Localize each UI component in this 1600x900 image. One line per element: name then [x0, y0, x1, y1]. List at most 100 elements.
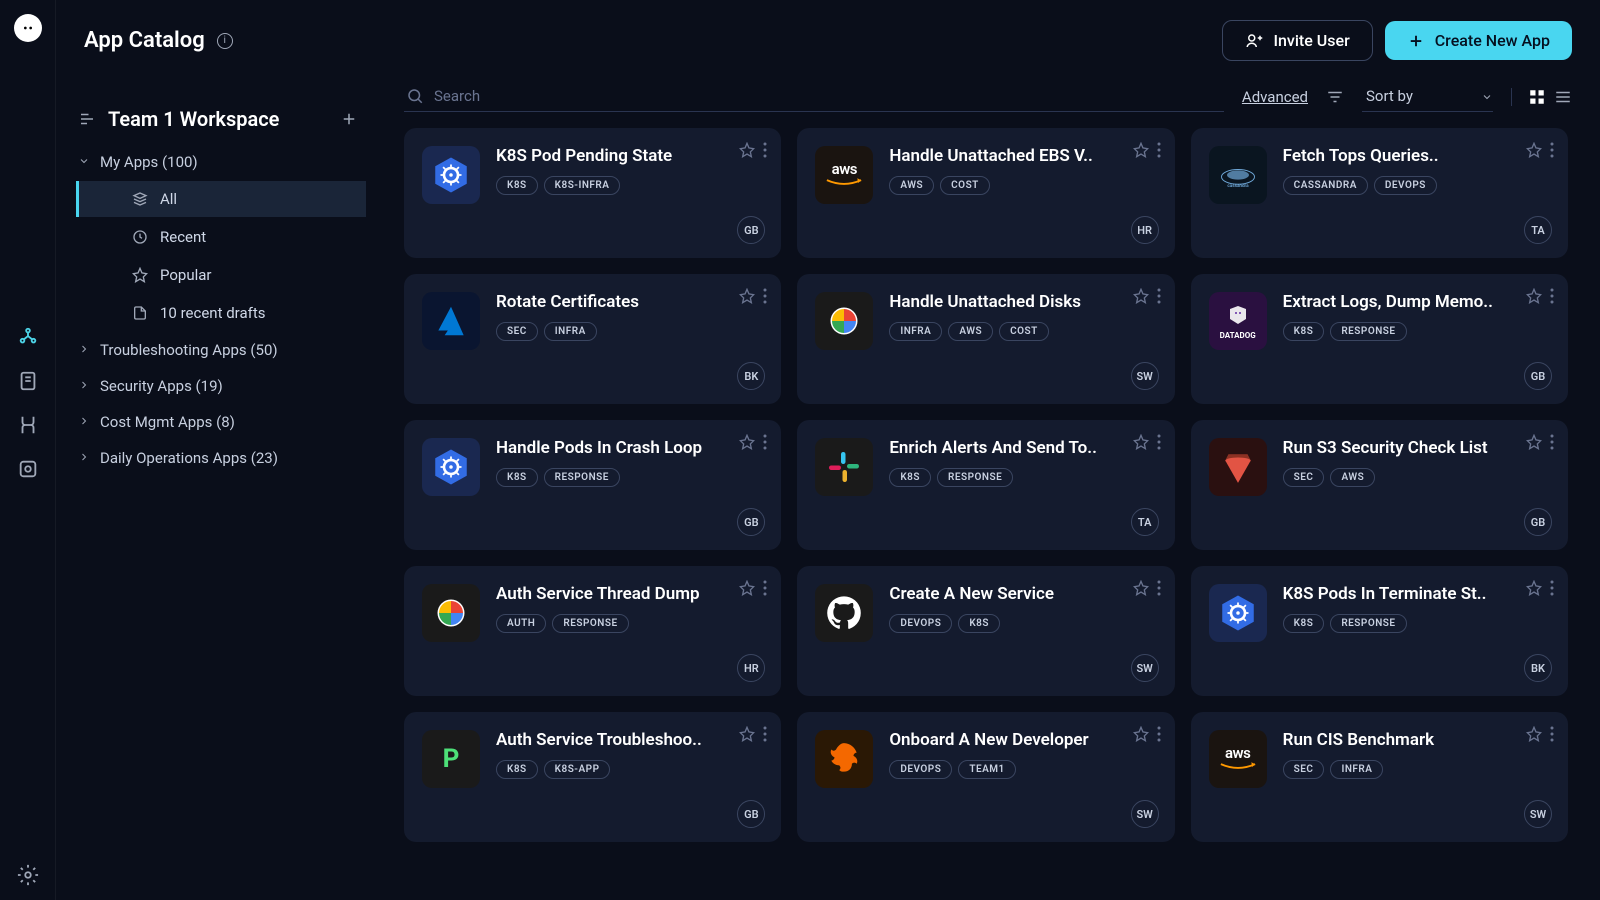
star-icon[interactable] [739, 434, 755, 450]
more-icon[interactable] [1157, 142, 1161, 158]
advanced-search-link[interactable]: Advanced [1242, 88, 1308, 106]
star-icon[interactable] [1133, 434, 1149, 450]
star-icon[interactable] [1526, 434, 1542, 450]
tag-list: DEVOPSTEAM1 [889, 760, 1156, 779]
search-input[interactable] [434, 87, 1222, 105]
star-icon[interactable] [1133, 726, 1149, 742]
more-icon[interactable] [1550, 726, 1554, 742]
star-icon[interactable] [739, 142, 755, 158]
more-icon[interactable] [1157, 580, 1161, 596]
app-card[interactable]: aws Handle Unattached EBS V.. AWSCOST HR [797, 128, 1174, 258]
grid-view-icon[interactable] [1528, 88, 1546, 106]
app-card[interactable]: Handle Unattached Disks INFRAAWSCOST SW [797, 274, 1174, 404]
more-icon[interactable] [1550, 142, 1554, 158]
app-title: Handle Unattached Disks [889, 292, 1156, 312]
more-icon[interactable] [1550, 580, 1554, 596]
invite-user-button[interactable]: Invite User [1222, 20, 1372, 61]
create-app-button[interactable]: Create New App [1385, 21, 1572, 60]
more-icon[interactable] [1550, 434, 1554, 450]
sidebar-item[interactable]: Popular [76, 257, 366, 293]
chevron-icon [78, 377, 90, 395]
search-box[interactable] [404, 81, 1224, 112]
filter-icon[interactable] [1326, 88, 1344, 106]
tag: RESPONSE [1330, 322, 1406, 341]
star-icon[interactable] [1133, 580, 1149, 596]
more-icon[interactable] [1550, 288, 1554, 304]
star-icon[interactable] [1526, 142, 1542, 158]
sidebar-group[interactable]: Troubleshooting Apps (50) [76, 333, 366, 367]
star-icon[interactable] [739, 580, 755, 596]
star-icon[interactable] [1526, 726, 1542, 742]
add-workspace-icon[interactable] [340, 110, 358, 128]
tag: K8S [496, 176, 538, 195]
more-icon[interactable] [763, 288, 767, 304]
app-logo-icon: P [422, 730, 480, 788]
owner-avatar[interactable]: GB [737, 216, 765, 244]
owner-avatar[interactable]: HR [737, 654, 765, 682]
sidebar-item[interactable]: All [76, 181, 366, 217]
star-icon[interactable] [1526, 580, 1542, 596]
star-icon[interactable] [739, 726, 755, 742]
nav-rail [0, 0, 56, 900]
owner-avatar[interactable]: GB [1524, 362, 1552, 390]
list-view-icon[interactable] [1554, 88, 1572, 106]
app-card[interactable]: Auth Service Thread Dump AUTHRESPONSE HR [404, 566, 781, 696]
app-logo[interactable] [14, 14, 42, 42]
app-title: Rotate Certificates [496, 292, 763, 312]
more-icon[interactable] [763, 726, 767, 742]
sidebar-group[interactable]: My Apps (100) [76, 145, 366, 179]
nav-workflows-icon[interactable] [17, 326, 39, 348]
more-icon[interactable] [763, 142, 767, 158]
sidebar-item[interactable]: 10 recent drafts [76, 295, 366, 331]
owner-avatar[interactable]: TA [1524, 216, 1552, 244]
owner-avatar[interactable]: SW [1524, 800, 1552, 828]
tag: RESPONSE [937, 468, 1013, 487]
app-card[interactable]: cassandra Fetch Tops Queries.. CASSANDRA… [1191, 128, 1568, 258]
owner-avatar[interactable]: GB [737, 800, 765, 828]
owner-avatar[interactable]: GB [1524, 508, 1552, 536]
sidebar-group[interactable]: Cost Mgmt Apps (8) [76, 405, 366, 439]
app-card[interactable]: Rotate Certificates SECINFRA BK [404, 274, 781, 404]
settings-icon[interactable] [17, 864, 39, 886]
app-card[interactable]: Run S3 Security Check List SECAWS GB [1191, 420, 1568, 550]
owner-avatar[interactable]: SW [1131, 654, 1159, 682]
app-card[interactable]: DATADOG Extract Logs, Dump Memo.. K8SRES… [1191, 274, 1568, 404]
tag-list: AUTHRESPONSE [496, 614, 763, 633]
app-card[interactable]: aws Run CIS Benchmark SECINFRA SW [1191, 712, 1568, 842]
owner-avatar[interactable]: SW [1131, 362, 1159, 390]
app-card[interactable]: K8S Pod Pending State K8SK8S-INFRA GB [404, 128, 781, 258]
owner-avatar[interactable]: BK [737, 362, 765, 390]
star-icon[interactable] [1133, 288, 1149, 304]
app-card[interactable]: Onboard A New Developer DEVOPSTEAM1 SW [797, 712, 1174, 842]
more-icon[interactable] [763, 580, 767, 596]
app-card[interactable]: Handle Pods In Crash Loop K8SRESPONSE GB [404, 420, 781, 550]
tag: K8S [958, 614, 1000, 633]
star-icon[interactable] [739, 288, 755, 304]
info-icon[interactable]: i [217, 33, 233, 49]
chevron-icon [78, 413, 90, 431]
svg-text:cassandra: cassandra [1227, 183, 1249, 189]
star-icon[interactable] [1133, 142, 1149, 158]
more-icon[interactable] [1157, 288, 1161, 304]
app-card[interactable]: Create A New Service DEVOPSK8S SW [797, 566, 1174, 696]
app-card[interactable]: Enrich Alerts And Send To.. K8SRESPONSE … [797, 420, 1174, 550]
more-icon[interactable] [1157, 726, 1161, 742]
owner-avatar[interactable]: BK [1524, 654, 1552, 682]
sort-select[interactable]: Sort by [1362, 81, 1493, 112]
sidebar-item[interactable]: Recent [76, 219, 366, 255]
owner-avatar[interactable]: TA [1131, 508, 1159, 536]
star-icon[interactable] [1526, 288, 1542, 304]
app-card[interactable]: K8S Pods In Terminate St.. K8SRESPONSE B… [1191, 566, 1568, 696]
owner-avatar[interactable]: GB [737, 508, 765, 536]
nav-docs-icon[interactable] [17, 370, 39, 392]
sidebar-group[interactable]: Security Apps (19) [76, 369, 366, 403]
sidebar-group[interactable]: Daily Operations Apps (23) [76, 441, 366, 475]
nav-shortcuts-icon[interactable] [17, 414, 39, 436]
owner-avatar[interactable]: HR [1131, 216, 1159, 244]
more-icon[interactable] [763, 434, 767, 450]
app-card[interactable]: P Auth Service Troubleshoo.. K8SK8S-APP … [404, 712, 781, 842]
owner-avatar[interactable]: SW [1131, 800, 1159, 828]
search-row: Advanced Sort by [404, 81, 1572, 128]
more-icon[interactable] [1157, 434, 1161, 450]
nav-extensions-icon[interactable] [17, 458, 39, 480]
